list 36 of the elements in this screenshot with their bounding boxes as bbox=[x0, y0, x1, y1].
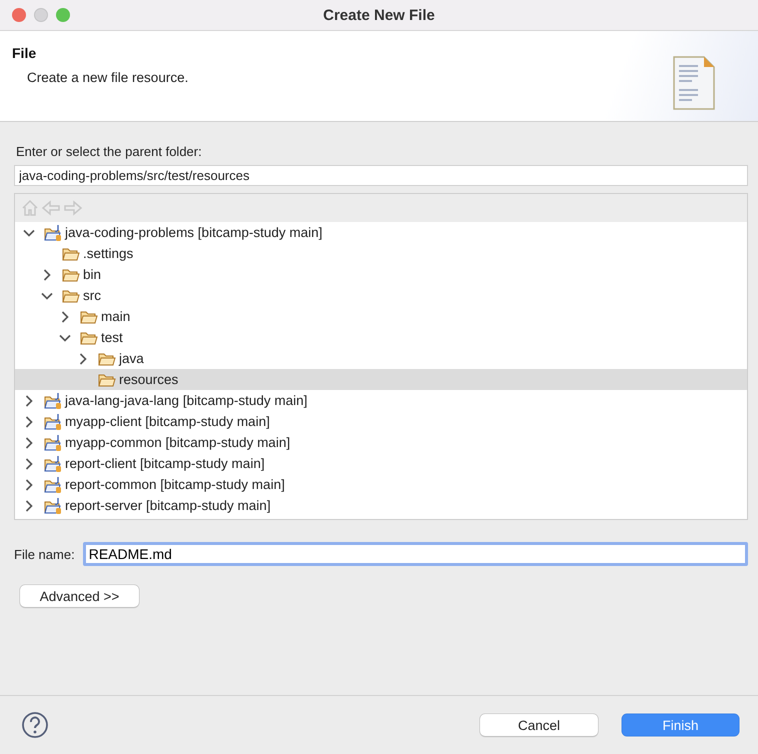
tree-item[interactable]: bin bbox=[15, 264, 747, 285]
field-label: Enter or select the parent folder: bbox=[16, 144, 203, 159]
tree-item[interactable]: report-client [bitcamp-study main] bbox=[15, 453, 747, 474]
cancel-button[interactable]: Cancel bbox=[480, 714, 598, 736]
tree-item[interactable]: myapp-common [bitcamp-study main] bbox=[15, 432, 747, 453]
advanced-button[interactable]: Advanced >> bbox=[20, 585, 139, 607]
field-label: File name: bbox=[14, 546, 75, 562]
project-folder-icon bbox=[44, 476, 62, 494]
home-icon bbox=[21, 199, 39, 217]
page-title: File bbox=[12, 45, 38, 61]
tree-item[interactable]: java-lang-java-lang [bitcamp-study main] bbox=[15, 390, 747, 411]
tree-item[interactable]: report-common [bitcamp-study main] bbox=[15, 474, 747, 495]
tree-item[interactable]: .settings bbox=[15, 243, 747, 264]
forward-arrow-icon bbox=[63, 199, 83, 217]
help-icon bbox=[21, 711, 49, 739]
tree-item[interactable]: src bbox=[15, 285, 747, 306]
back-arrow-icon bbox=[41, 199, 61, 217]
project-folder-icon bbox=[44, 224, 62, 242]
page-description: Create a new file resource. bbox=[26, 70, 188, 85]
tree-item[interactable]: report-server [bitcamp-study main] bbox=[15, 495, 747, 516]
project-folder-icon bbox=[44, 454, 62, 472]
folder-field[interactable]: java-coding-problems/src/test/resources bbox=[14, 165, 748, 186]
window-title: Create New File bbox=[323, 6, 435, 24]
project-folder-icon bbox=[44, 412, 62, 430]
tree-item[interactable]: main bbox=[15, 306, 747, 327]
tree-item[interactable]: test bbox=[15, 327, 747, 348]
file-name-field[interactable]: README.md bbox=[82, 542, 748, 566]
tree-item[interactable]: myapp-client [bitcamp-study main] bbox=[15, 411, 747, 432]
tree-item[interactable]: resources bbox=[15, 369, 747, 390]
document-icon bbox=[672, 55, 716, 111]
close-button[interactable] bbox=[12, 8, 26, 22]
project-folder-icon bbox=[44, 392, 62, 410]
tree-item[interactable]: java-coding-problems [bitcamp-study main] bbox=[15, 222, 747, 243]
project-folder-icon bbox=[44, 496, 62, 514]
tree-item[interactable]: java bbox=[15, 348, 747, 369]
project-folder-icon bbox=[44, 434, 62, 452]
